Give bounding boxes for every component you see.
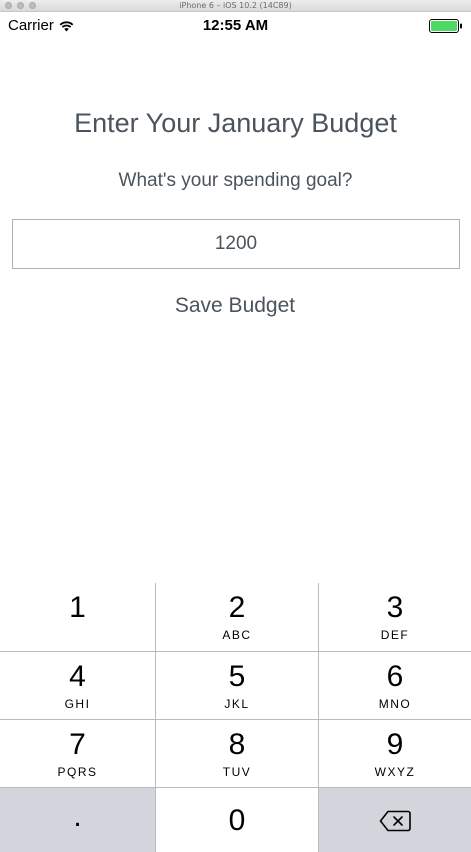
key-1[interactable]: 1 [0,583,155,651]
key-letters: JKL [224,697,250,711]
key-letters: MNO [378,697,412,711]
key-digit: . [73,800,82,833]
key-digit: 5 [228,660,246,693]
key-0[interactable]: 0 [156,788,318,852]
key-2[interactable]: 2 ABC [156,583,318,651]
key-8[interactable]: 8 TUV [156,720,318,787]
budget-amount-input[interactable] [12,219,460,269]
key-letters: PQRS [57,765,98,779]
keypad-divider [0,651,471,652]
key-4[interactable]: 4 GHI [0,652,155,719]
simulator-title: iPhone 6 – iOS 10.2 (14C89) [179,1,292,10]
save-budget-button[interactable]: Save Budget [135,289,335,323]
key-digit: 7 [69,728,86,761]
numeric-keypad: 1 2 ABC 3 DEF 4 GHI 5 JKL 6 MNO 7 PQRS 8… [0,583,471,852]
key-digit: 3 [386,591,404,624]
backspace-icon [379,810,411,832]
status-bar: Carrier 12:55 AM [0,12,471,40]
key-3[interactable]: 3 DEF [319,583,471,651]
key-5[interactable]: 5 JKL [156,652,318,719]
key-decimal[interactable]: . [0,788,155,852]
key-digit: 0 [228,804,246,837]
key-7[interactable]: 7 PQRS [0,720,155,787]
key-digit: 6 [386,660,404,693]
spending-goal-prompt: What's your spending goal? [118,170,353,191]
keypad-divider [155,583,156,852]
key-digit: 4 [69,660,86,693]
key-digit: 1 [69,591,86,624]
key-letters: DEF [380,628,410,642]
key-letters: ABC [222,628,252,642]
keypad-divider [318,583,319,852]
simulator-title-bar: iPhone 6 – iOS 10.2 (14C89) [0,0,471,12]
key-letters: GHI [64,697,91,711]
key-letters: TUV [222,765,252,779]
key-letters: WXYZ [374,765,416,779]
key-digit: 2 [228,591,246,624]
keypad-divider [0,787,471,788]
status-time: 12:55 AM [202,17,269,34]
key-digit: 9 [386,728,404,761]
battery-icon [429,19,462,33]
page-title: Enter Your January Budget [74,108,397,138]
key-6[interactable]: 6 MNO [319,652,471,719]
key-9[interactable]: 9 WXYZ [319,720,471,787]
keypad-divider [0,719,471,720]
key-backspace[interactable] [319,788,471,852]
key-digit: 8 [228,728,246,761]
